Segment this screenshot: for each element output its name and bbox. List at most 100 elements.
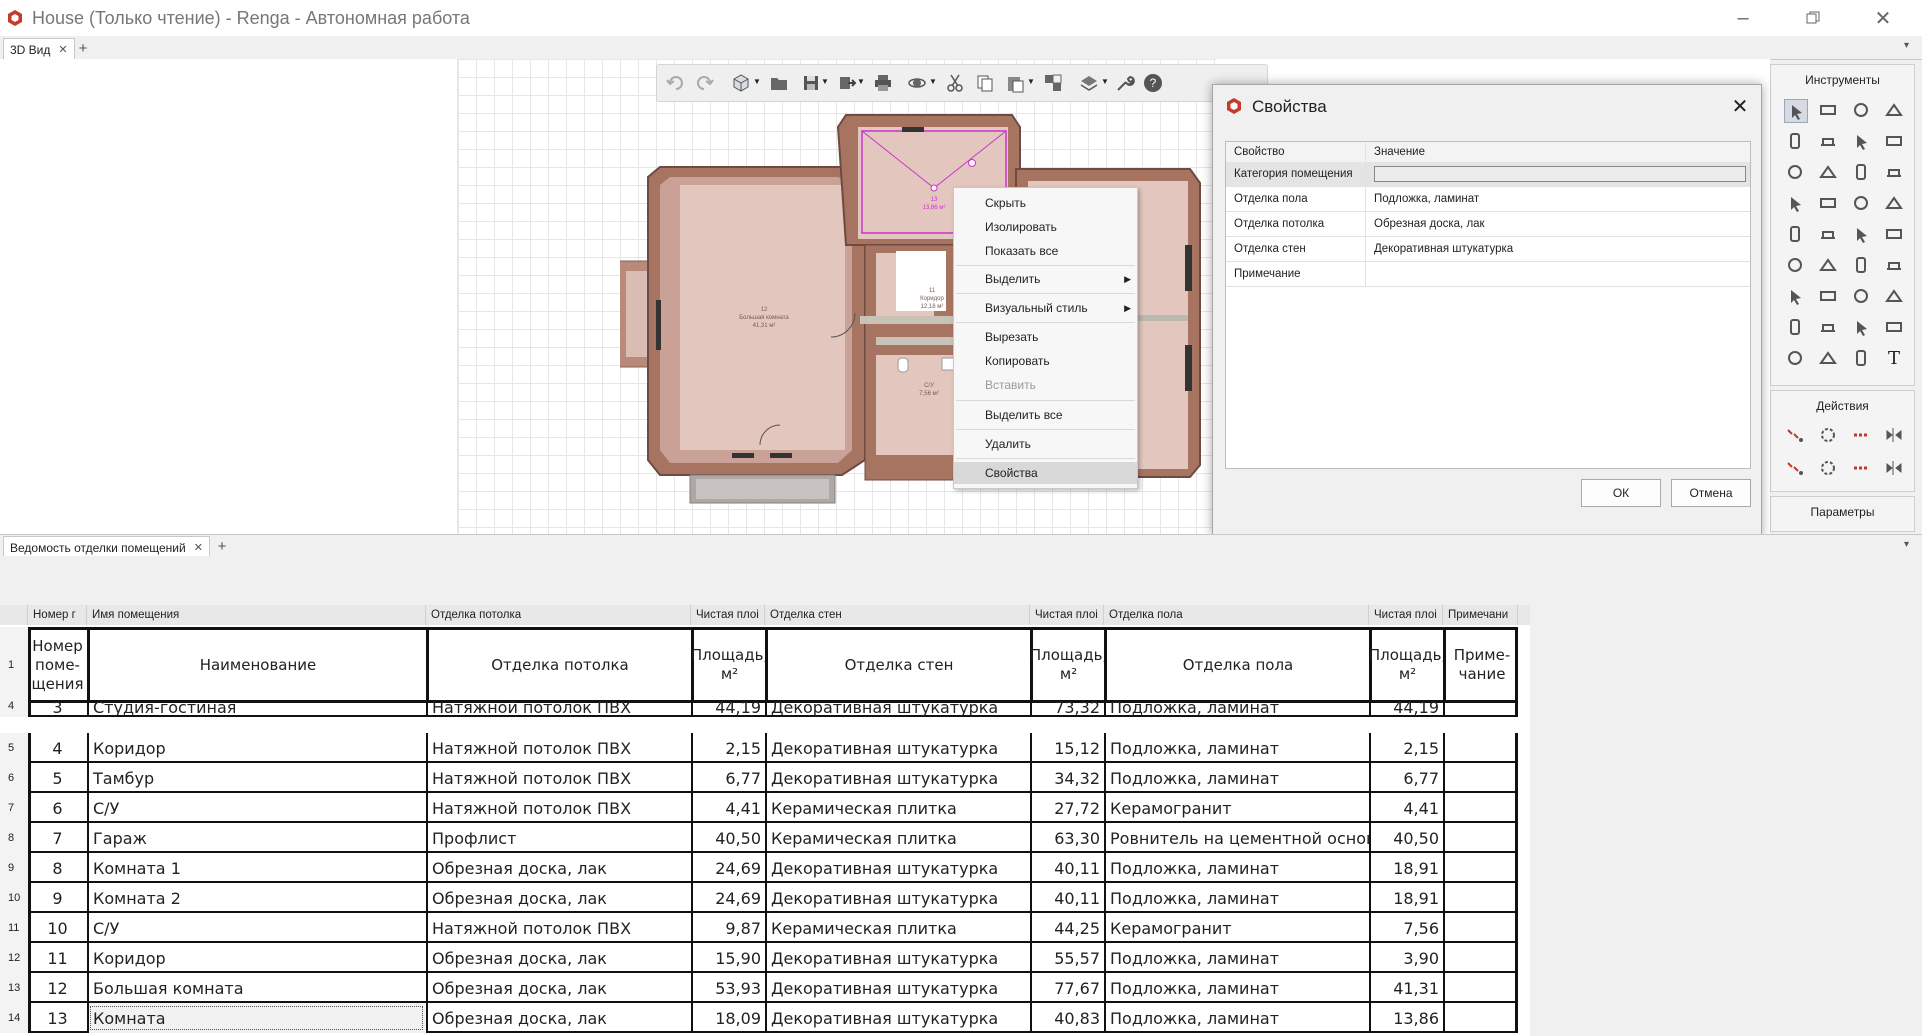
row-number[interactable]: 10 xyxy=(0,883,28,913)
help-icon[interactable]: ? xyxy=(1143,73,1163,93)
railing-icon[interactable] xyxy=(1883,192,1905,214)
table-cell[interactable]: 53,93 xyxy=(691,973,765,1003)
table-cell[interactable]: Декоративная штукатурка xyxy=(765,695,1030,717)
table-cell[interactable]: 40,11 xyxy=(1030,883,1104,913)
row-number[interactable]: 12 xyxy=(0,943,28,973)
table-cell[interactable] xyxy=(1443,823,1518,853)
menu-item-select[interactable]: Выделить ▶ xyxy=(954,268,1137,290)
pencil-icon[interactable] xyxy=(1883,130,1905,152)
table-cell[interactable]: 55,57 xyxy=(1030,943,1104,973)
column-header[interactable]: Чистая плоі xyxy=(1030,605,1104,625)
menu-item-select-all[interactable]: Выделить все xyxy=(954,404,1137,426)
ramp-icon[interactable] xyxy=(1850,130,1872,152)
property-row[interactable]: Категория помещения xyxy=(1226,162,1750,187)
table-cell[interactable] xyxy=(1443,733,1518,763)
table-cell[interactable]: Комната 1 xyxy=(87,853,426,883)
table-cell[interactable]: 34,32 xyxy=(1030,763,1104,793)
row-number[interactable]: 7 xyxy=(0,793,28,823)
property-value[interactable]: Декоративная штукатурка xyxy=(1366,237,1750,261)
table-cell[interactable]: Коридор xyxy=(87,943,426,973)
valve-icon[interactable] xyxy=(1784,254,1806,276)
table-cell[interactable]: Натяжной потолок ПВХ xyxy=(426,695,691,717)
equipment-icon[interactable] xyxy=(1784,223,1806,245)
table-cell[interactable]: 44,19 xyxy=(1369,695,1443,717)
table-cell[interactable]: Декоративная штукатурка xyxy=(765,733,1030,763)
redo-icon[interactable] xyxy=(695,73,715,93)
table-cell[interactable]: 8 xyxy=(28,853,87,883)
table-cell[interactable]: 2,15 xyxy=(691,733,765,763)
column-header[interactable]: Чистая плоі xyxy=(1369,605,1443,625)
table-cell[interactable]: Декоративная штукатурка xyxy=(765,973,1030,1003)
table-cell[interactable]: 40,50 xyxy=(691,823,765,853)
title-cell[interactable]: Площадь, м² xyxy=(1030,627,1107,703)
scale-icon[interactable] xyxy=(1817,457,1839,479)
menu-item-copy[interactable]: Копировать xyxy=(954,350,1137,372)
roof-icon[interactable] xyxy=(1817,130,1839,152)
pump-icon[interactable] xyxy=(1784,285,1806,307)
table-cell[interactable] xyxy=(1443,913,1518,943)
table-cell[interactable]: 18,09 xyxy=(691,1003,765,1033)
table-cell[interactable]: Профлист xyxy=(426,823,691,853)
title-cell[interactable]: Отделка потолка xyxy=(426,627,691,703)
property-row[interactable]: Отделка потолка Обрезная доска, лак xyxy=(1226,212,1750,237)
column-header[interactable]: Отделка стен xyxy=(765,605,1030,625)
title-cell[interactable]: Отделка стен xyxy=(765,627,1030,703)
table-cell[interactable] xyxy=(1443,695,1518,717)
rebar-icon[interactable] xyxy=(1883,316,1905,338)
dimension-icon[interactable] xyxy=(1784,347,1806,369)
move-icon[interactable] xyxy=(1784,424,1806,446)
table-cell[interactable]: Подложка, ламинат xyxy=(1104,733,1369,763)
mesh-icon[interactable] xyxy=(1817,316,1839,338)
select-icon[interactable] xyxy=(1784,99,1808,123)
table-cell[interactable]: 40,11 xyxy=(1030,853,1104,883)
menu-item-visual-style[interactable]: Визуальный стиль ▶ xyxy=(954,297,1137,319)
parameters-panel[interactable]: Параметры xyxy=(1770,496,1915,532)
column-header[interactable]: Отделка потолка xyxy=(426,605,691,625)
table-cell[interactable]: С/У xyxy=(87,913,426,943)
menu-item-cut[interactable]: Вырезать xyxy=(954,326,1137,348)
column-header[interactable]: Отделка пола xyxy=(1104,605,1369,625)
close-window-button[interactable]: ✕ xyxy=(1856,0,1910,36)
orbit-icon[interactable] xyxy=(907,73,927,93)
property-row[interactable]: Отделка пола Подложка, ламинат xyxy=(1226,187,1750,212)
row-number[interactable]: 9 xyxy=(0,853,28,883)
table-cell[interactable]: 63,30 xyxy=(1030,823,1104,853)
menu-item-properties[interactable]: Свойства xyxy=(954,462,1137,484)
table-cell[interactable]: Комната 2 xyxy=(87,883,426,913)
table-cell[interactable]: 4 xyxy=(28,733,87,763)
table-cell[interactable]: Коридор xyxy=(87,733,426,763)
table-cell[interactable]: 15,90 xyxy=(691,943,765,973)
title-cell[interactable]: Приме-чание xyxy=(1443,627,1518,703)
table-cell[interactable] xyxy=(1443,943,1518,973)
property-value[interactable] xyxy=(1366,162,1750,186)
tab-list-chevron-icon[interactable]: ▾ xyxy=(1904,40,1909,51)
level-icon[interactable] xyxy=(1850,347,1872,369)
cancel-button[interactable]: Отмена xyxy=(1671,479,1751,507)
row-number[interactable]: 11 xyxy=(0,913,28,943)
table-cell[interactable]: Керамогранит xyxy=(1104,913,1369,943)
column-icon[interactable] xyxy=(1883,99,1905,121)
table-cell[interactable]: Подложка, ламинат xyxy=(1104,883,1369,913)
column-header[interactable]: Номер г xyxy=(28,605,87,625)
row-number[interactable]: 13 xyxy=(0,973,28,1003)
open-folder-icon[interactable] xyxy=(769,73,789,93)
table-cell[interactable]: 40,83 xyxy=(1030,1003,1104,1033)
table-cell[interactable] xyxy=(1443,1003,1518,1033)
wall-icon[interactable] xyxy=(1850,99,1872,121)
table-cell[interactable]: Ровнитель на цементной основе xyxy=(1104,823,1369,853)
minimize-button[interactable]: – xyxy=(1716,0,1770,36)
column-header[interactable]: Чистая плоі xyxy=(691,605,765,625)
visual-style-icon[interactable] xyxy=(1079,73,1099,93)
table-cell[interactable]: Подложка, ламинат xyxy=(1104,763,1369,793)
menu-item-hide[interactable]: Скрыть xyxy=(954,192,1137,214)
ok-button[interactable]: ОК xyxy=(1581,479,1661,507)
property-value[interactable]: Обрезная доска, лак xyxy=(1366,212,1750,236)
table-cell[interactable] xyxy=(1443,853,1518,883)
title-cell[interactable]: Отделка пола xyxy=(1104,627,1369,703)
floor-icon[interactable] xyxy=(1817,161,1839,183)
dialog-close-button[interactable]: ✕ xyxy=(1725,91,1755,121)
table-cell[interactable]: 4,41 xyxy=(691,793,765,823)
table-cell[interactable] xyxy=(1443,883,1518,913)
table-cell[interactable]: 77,67 xyxy=(1030,973,1104,1003)
row-number[interactable]: 14 xyxy=(0,1003,28,1033)
